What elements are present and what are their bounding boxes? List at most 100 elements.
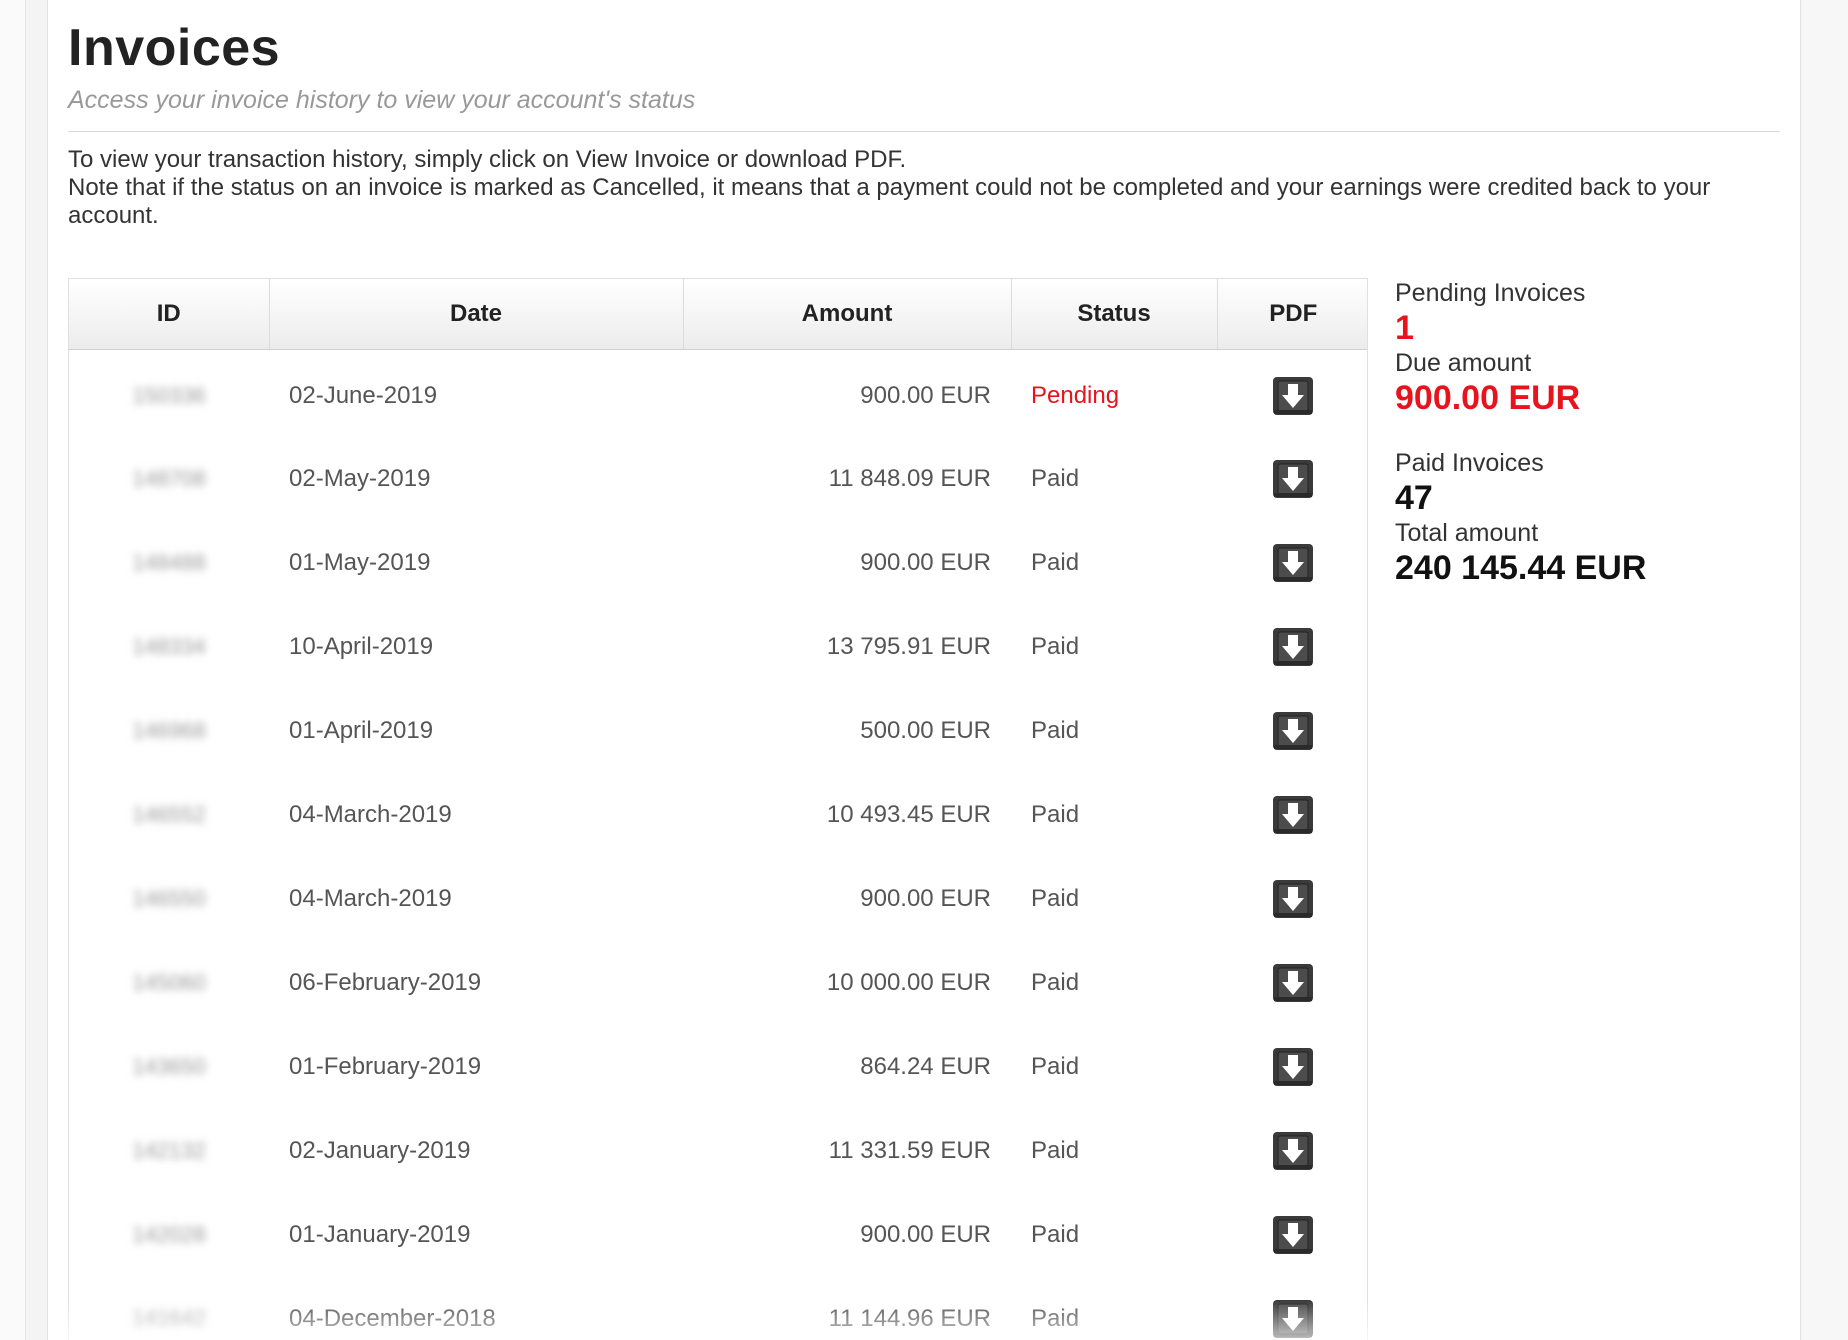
invoice-status: Paid	[1031, 549, 1080, 576]
invoice-date: 01-May-2019	[289, 549, 431, 576]
invoice-date: 04-March-2019	[289, 885, 452, 912]
invoice-date: 02-May-2019	[289, 465, 431, 492]
right-gutter	[1802, 0, 1848, 1340]
download-pdf-icon[interactable]	[1272, 711, 1314, 751]
invoice-amount: 11 848.09 EUR	[828, 465, 991, 492]
download-pdf-icon[interactable]	[1272, 879, 1314, 919]
column-header-status[interactable]: Status	[1011, 279, 1218, 350]
paid-invoices-count: 47	[1395, 479, 1433, 517]
invoice-amount: 10 000.00 EUR	[826, 969, 991, 996]
invoice-id-cell: 146550	[69, 857, 269, 941]
table-row: 146552 04-March-2019 10 493.45 EUR Paid	[69, 773, 1367, 857]
pending-invoices-count: 1	[1395, 309, 1414, 347]
due-amount-label: Due amount	[1395, 349, 1532, 377]
pdf-cell	[1217, 437, 1367, 521]
intro-line-1: To view your transaction history, simply…	[68, 146, 907, 173]
invoice-status: Paid	[1031, 1305, 1080, 1332]
invoice-date: 01-April-2019	[289, 717, 434, 744]
pdf-cell	[1217, 1109, 1367, 1193]
column-header-id[interactable]: ID	[69, 279, 270, 350]
table-row: 142132 02-January-2019 11 331.59 EUR Paid	[69, 1109, 1367, 1193]
table-row: 146968 01-April-2019 500.00 EUR Paid	[69, 689, 1367, 773]
download-pdf-icon[interactable]	[1272, 795, 1314, 835]
column-header-amount[interactable]: Amount	[683, 279, 1012, 350]
column-header-pdf: PDF	[1217, 279, 1367, 350]
total-amount-label: Total amount	[1395, 519, 1539, 547]
invoices-table-container: ID Date Amount Status PDF 150336 02-June-…	[68, 278, 1368, 1340]
invoice-date: 01-January-2019	[289, 1221, 471, 1248]
due-amount-value: 900.00 EUR	[1395, 379, 1581, 417]
download-pdf-icon[interactable]	[1272, 1215, 1314, 1255]
invoice-id-cell: 146968	[69, 689, 269, 773]
invoice-status: Paid	[1031, 885, 1080, 912]
page-title: Invoices	[68, 19, 281, 77]
download-pdf-icon[interactable]	[1272, 459, 1314, 499]
invoice-status: Paid	[1031, 969, 1080, 996]
invoice-id: 150336	[132, 383, 206, 409]
invoice-id-cell: 142028	[69, 1193, 269, 1277]
invoice-id: 142132	[132, 1138, 206, 1163]
pdf-cell	[1217, 1277, 1367, 1340]
invoice-amount: 11 331.59 EUR	[828, 1137, 991, 1164]
download-pdf-icon[interactable]	[1272, 1131, 1314, 1171]
invoice-status: Paid	[1031, 717, 1080, 744]
invoice-summary: Pending Invoices 1 Due amount 900.00 EUR…	[1395, 278, 1775, 588]
pdf-cell	[1217, 857, 1367, 941]
pdf-cell	[1217, 773, 1367, 857]
table-row: 145060 06-February-2019 10 000.00 EUR Paid	[69, 941, 1367, 1025]
invoice-id-cell: 143650	[69, 1025, 269, 1109]
pdf-cell	[1217, 1193, 1367, 1277]
invoice-id: 148488	[132, 550, 206, 575]
table-header-row: ID Date Amount Status PDF	[69, 279, 1367, 350]
invoice-id: 146550	[132, 886, 206, 911]
table-row: 148708 02-May-2019 11 848.09 EUR Paid	[69, 437, 1367, 521]
invoice-amount: 900.00 EUR	[860, 1221, 991, 1248]
invoice-status: Paid	[1031, 1053, 1080, 1080]
column-header-date[interactable]: Date	[269, 279, 684, 350]
invoice-id: 142028	[132, 1222, 206, 1247]
invoices-table: ID Date Amount Status PDF 150336 02-June-…	[69, 279, 1367, 1340]
left-gutter	[0, 0, 26, 1340]
invoice-amount: 900.00 EUR	[860, 549, 991, 576]
invoice-status: Pending	[1031, 382, 1120, 410]
pdf-cell	[1217, 349, 1367, 437]
table-row: 150336 02-June-2019 900.00 EUR Pending	[69, 349, 1367, 437]
pending-invoices-label: Pending Invoices	[1395, 279, 1586, 307]
invoice-status: Paid	[1031, 465, 1080, 492]
table-row: 146550 04-March-2019 900.00 EUR Paid	[69, 857, 1367, 941]
download-pdf-icon[interactable]	[1272, 1047, 1314, 1087]
invoice-id: 146968	[132, 718, 206, 743]
intro-line-2: Note that if the status on an invoice is…	[68, 174, 1711, 229]
invoice-amount: 10 493.45 EUR	[826, 801, 991, 828]
pdf-cell	[1217, 605, 1367, 689]
download-pdf-icon[interactable]	[1272, 963, 1314, 1003]
invoices-table-body: 150336 02-June-2019 900.00 EUR Pending 14870…	[69, 349, 1367, 1340]
download-pdf-icon[interactable]	[1272, 627, 1314, 667]
invoice-amount: 11 144.96 EUR	[828, 1305, 991, 1332]
invoice-date: 02-January-2019	[289, 1137, 471, 1164]
invoice-amount: 13 795.91 EUR	[826, 633, 991, 660]
invoice-status: Paid	[1031, 1137, 1080, 1164]
table-row: 148334 10-April-2019 13 795.91 EUR Paid	[69, 605, 1367, 689]
invoice-id-cell: 148488	[69, 521, 269, 605]
invoice-id-cell: 146552	[69, 773, 269, 857]
pdf-cell	[1217, 689, 1367, 773]
table-row: 148488 01-May-2019 900.00 EUR Paid	[69, 521, 1367, 605]
paid-invoices-label: Paid Invoices	[1395, 449, 1544, 477]
download-pdf-icon[interactable]	[1272, 1299, 1314, 1339]
invoice-date: 01-February-2019	[289, 1053, 482, 1080]
invoice-id: 143650	[132, 1054, 206, 1079]
invoice-date: 06-February-2019	[289, 969, 482, 996]
invoice-date: 04-March-2019	[289, 801, 452, 828]
invoice-amount: 864.24 EUR	[860, 1053, 991, 1080]
download-pdf-icon[interactable]	[1272, 543, 1314, 583]
table-row: 142028 01-January-2019 900.00 EUR Paid	[69, 1193, 1367, 1277]
invoice-status: Paid	[1031, 633, 1080, 660]
header-divider	[68, 131, 1780, 132]
intro-text: To view your transaction history, simply…	[68, 146, 1780, 230]
pdf-cell	[1217, 521, 1367, 605]
invoice-id-cell: 148334	[69, 605, 269, 689]
download-pdf-icon[interactable]	[1272, 376, 1314, 416]
invoice-amount: 900.00 EUR	[860, 885, 991, 912]
invoice-id-cell: 142132	[69, 1109, 269, 1193]
